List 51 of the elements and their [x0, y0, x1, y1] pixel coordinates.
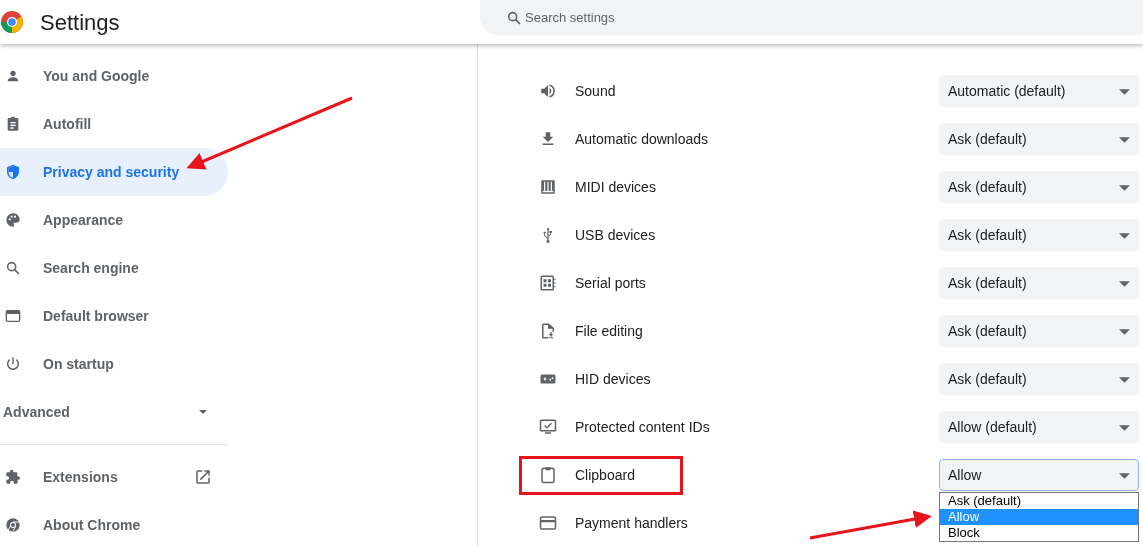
permission-dropdown[interactable]: Ask (default) — [939, 267, 1139, 299]
sidebar-item[interactable]: On startup — [0, 340, 228, 388]
piano-icon — [539, 178, 557, 196]
dropdown-option[interactable]: Block — [940, 525, 1138, 541]
clipboard-icon — [5, 116, 21, 132]
sidebar-item[interactable]: Autofill — [0, 100, 228, 148]
page-title: Settings — [40, 8, 120, 37]
sidebar-item[interactable]: Extensions — [0, 453, 228, 501]
person-icon — [5, 68, 21, 84]
file-download-icon — [539, 322, 557, 340]
permission-label: Payment handlers — [575, 513, 688, 533]
chrome-logo-icon — [5, 517, 21, 533]
permission-label: Clipboard — [522, 458, 680, 492]
permission-label: File editing — [575, 321, 643, 341]
speaker-icon — [539, 82, 557, 100]
permission-dropdown[interactable]: Ask (default) — [939, 171, 1139, 203]
sidebar-item[interactable]: Default browser — [0, 292, 228, 340]
permission-label: HID devices — [575, 369, 651, 389]
sidebar-item[interactable]: Appearance — [0, 196, 228, 244]
permission-dropdown[interactable]: Automatic (default) — [939, 75, 1139, 107]
clipboard-icon — [539, 466, 557, 484]
permission-dropdown[interactable]: Ask (default) — [939, 123, 1139, 155]
sidebar-item[interactable]: About Chrome — [0, 501, 228, 546]
permission-label: Automatic downloads — [575, 129, 709, 149]
permission-dropdown[interactable]: Allow (default) — [939, 411, 1139, 443]
advanced-toggle[interactable]: Advanced — [0, 388, 228, 436]
search-field[interactable]: Search settings — [480, 0, 1143, 35]
dropdown-option[interactable]: Ask (default) — [940, 493, 1138, 509]
permission-dropdown[interactable]: Allow — [939, 459, 1139, 491]
permission-label: Serial ports — [575, 273, 646, 293]
permission-label: MIDI devices — [575, 177, 656, 197]
permission-label: USB devices — [575, 225, 656, 245]
permission-dropdown[interactable]: Ask (default) — [939, 363, 1139, 395]
caret-icon — [198, 407, 208, 417]
permission-label: Protected content IDs — [575, 417, 710, 437]
permission-dropdown[interactable]: Ask (default) — [939, 315, 1139, 347]
monitor-check-icon — [539, 418, 557, 436]
permission-label: Sound — [575, 81, 616, 101]
serial-port-icon — [539, 274, 557, 292]
sidebar-item[interactable]: You and Google — [0, 52, 228, 100]
palette-icon — [5, 212, 21, 228]
power-icon — [5, 356, 21, 372]
puzzle-icon — [5, 469, 21, 485]
sidebar-item[interactable]: Privacy and security — [0, 148, 228, 196]
browser-window-icon — [5, 308, 21, 324]
search-icon — [5, 260, 21, 276]
permission-dropdown[interactable]: Ask (default) — [939, 219, 1139, 251]
external-link-icon — [194, 468, 212, 486]
sidebar-item[interactable]: Search engine — [0, 244, 228, 292]
credit-card-icon — [539, 514, 557, 532]
shield-icon — [5, 164, 21, 180]
